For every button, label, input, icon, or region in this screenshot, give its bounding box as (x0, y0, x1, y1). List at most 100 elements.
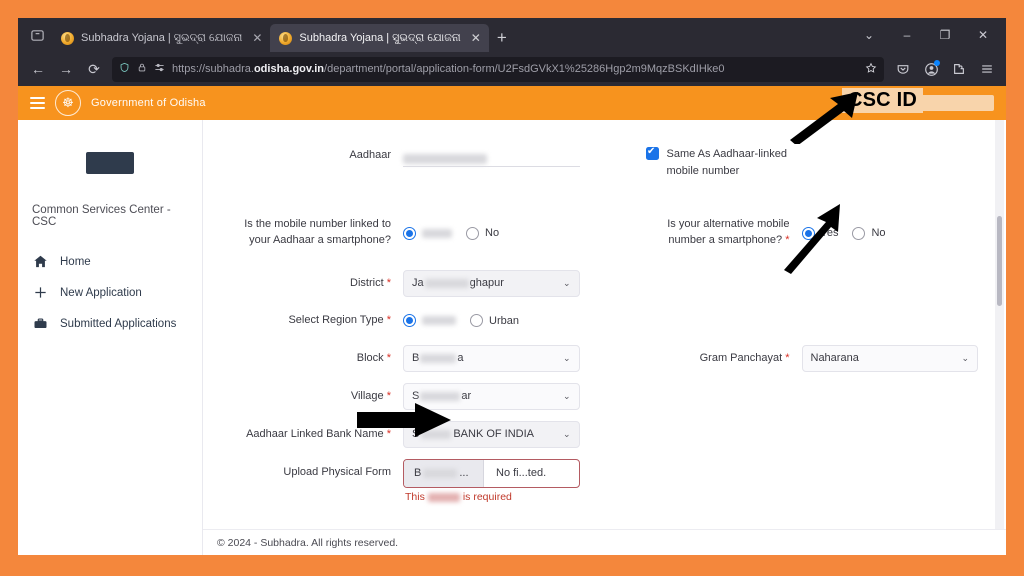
browse-button[interactable]: B... (404, 459, 484, 487)
chevron-down-icon[interactable]: ⌄ (563, 391, 571, 402)
new-tab-button[interactable]: + (489, 25, 515, 51)
bookmark-star-icon[interactable] (865, 62, 877, 77)
sidebar-item-home[interactable]: Home (18, 246, 202, 277)
district-value-prefix: Ja (412, 277, 424, 290)
sidebar-item-label: Submitted Applications (60, 317, 177, 330)
forward-button[interactable]: → (52, 55, 80, 83)
radio-mobile-smartphone-no[interactable]: No (466, 226, 499, 240)
village-value-suffix: ar (461, 390, 472, 403)
same-as-aadhaar-checkbox-row[interactable]: Same As Aadhaar-linked mobile number (645, 146, 979, 180)
radio-dot[interactable] (470, 314, 483, 328)
url-text[interactable]: https://subhadra.odisha.gov.in/departmen… (172, 63, 858, 75)
field-label-line2: number a smartphone? (668, 234, 783, 247)
field-mobile-smartphone: Is the mobile number linked to your Aadh… (213, 217, 580, 249)
radio-mobile-smartphone-yes[interactable] (403, 226, 452, 240)
field-region-type: Select Region Type * Urban (213, 308, 580, 334)
sidebar-item-submitted-applications[interactable]: Submitted Applications (18, 308, 202, 339)
url-domain: odisha.gov.in (253, 63, 325, 75)
radio-dot-selected[interactable] (403, 226, 416, 240)
form-row-district: District * Ja ghapur ⌄ (213, 269, 978, 308)
reload-button[interactable]: ⟳ (80, 55, 108, 83)
extensions-icon[interactable] (946, 56, 972, 82)
sidebar-item-label: New Application (60, 286, 142, 299)
field-label-text: Village (350, 389, 384, 402)
minimize-button[interactable]: – (888, 22, 926, 48)
field-upload-physical-form: Upload Physical Form B... No fi...ted. T… (213, 458, 580, 503)
form-row-upload: Upload Physical Form B... No fi...ted. T… (213, 458, 978, 514)
url-path: /department/portal/application-form/U2Fs… (324, 63, 725, 75)
field-block: Block * Ba ⌄ (213, 344, 580, 372)
aadhaar-input-wrapper[interactable] (403, 145, 580, 168)
checkbox-label-line2: mobile number (666, 165, 740, 178)
url-prefix: https://subhadra. (172, 63, 254, 75)
csc-logo-redacted (86, 152, 134, 174)
browse-label-redacted (423, 468, 458, 478)
gram-panchayat-select[interactable]: Naharana ⌄ (801, 344, 978, 372)
browser-tab-1[interactable]: Subhadra Yojana | ସୁଭଦ୍ରା ଯୋଜନା ✕ (52, 24, 270, 52)
block-select[interactable]: Ba ⌄ (403, 344, 580, 372)
address-bar[interactable]: https://subhadra.odisha.gov.in/departmen… (112, 56, 884, 82)
upload-error-message: This is required (403, 491, 580, 503)
radio-dot[interactable] (466, 226, 479, 240)
plus-icon (32, 285, 49, 300)
field-label-text: Block (356, 351, 384, 364)
page-scrollbar-thumb[interactable] (997, 216, 1002, 306)
same-as-aadhaar-checkbox[interactable] (645, 146, 659, 160)
tracking-protection-shield-icon[interactable] (119, 62, 130, 76)
district-value-redacted (424, 278, 469, 288)
list-all-tabs-icon[interactable] (22, 20, 52, 50)
required-asterisk: * (383, 276, 391, 289)
chevron-down-icon[interactable]: ⌄ (563, 353, 571, 364)
back-button[interactable]: ← (24, 55, 52, 83)
upload-physical-form-input[interactable]: B... No fi...ted. (403, 458, 580, 488)
maximize-button[interactable]: ❐ (926, 22, 964, 48)
district-select[interactable]: Ja ghapur ⌄ (403, 269, 580, 297)
lock-icon[interactable] (137, 62, 147, 76)
field-label: Is the mobile number linked to your Aadh… (213, 217, 391, 249)
sidebar: Common Services Center - CSC Home New Ap… (18, 120, 203, 555)
briefcase-icon (32, 316, 49, 331)
error-word-redacted (427, 492, 460, 502)
radio-label: Urban (489, 314, 519, 327)
block-value-suffix: a (457, 352, 464, 365)
page-footer: © 2024 - Subhadra. All rights reserved. (203, 529, 1006, 555)
radio-dot[interactable] (852, 226, 866, 240)
close-window-button[interactable]: ✕ (964, 22, 1002, 48)
sidebar-item-new-application[interactable]: New Application (18, 277, 202, 308)
gram-panchayat-value: Naharana (810, 352, 859, 365)
page-scrollbar[interactable] (995, 120, 1004, 555)
tab-list-chevron-down-icon[interactable]: ⌄ (850, 22, 888, 48)
radio-label: No (871, 227, 886, 240)
app-menu-icon[interactable] (974, 56, 1000, 82)
required-asterisk: * (383, 351, 391, 364)
radio-dot-selected[interactable] (403, 314, 416, 328)
chevron-down-icon[interactable]: ⌄ (961, 353, 969, 364)
chevron-down-icon[interactable]: ⌄ (563, 278, 571, 289)
tab-close-icon[interactable]: ✕ (252, 32, 262, 44)
radio-region-urban[interactable]: Urban (470, 314, 519, 328)
site-title: Government of Odisha (91, 97, 206, 109)
form-row-smartphone: Is the mobile number linked to your Aadh… (213, 217, 978, 260)
odisha-emblem-icon: ☸ (55, 90, 81, 116)
aadhaar-input[interactable] (403, 145, 580, 168)
field-label-text: District (350, 276, 384, 289)
account-icon[interactable] (918, 56, 944, 82)
tab-close-icon[interactable]: ✕ (471, 32, 481, 44)
chevron-down-icon[interactable]: ⌄ (563, 429, 571, 440)
required-asterisk: * (782, 351, 790, 364)
site-body: Common Services Center - CSC Home New Ap… (18, 120, 1006, 555)
same-as-aadhaar-wrapper: Same As Aadhaar-linked mobile number (645, 146, 979, 180)
site-permissions-icon[interactable] (154, 62, 165, 76)
browser-window: Subhadra Yojana | ସୁଭଦ୍ରା ଯୋଜନା ✕ Subhad… (18, 18, 1006, 555)
block-value-prefix: B (412, 352, 420, 365)
organization-name: Common Services Center - CSC (32, 204, 171, 228)
browser-tab-2-active[interactable]: Subhadra Yojana | ସୁଭଦ୍ରା ଯୋଜନା ✕ (270, 24, 489, 52)
application-form: Aadhaar ✔ Same As Aadhaar-linked mobile … (203, 120, 1006, 555)
tab-title: Subhadra Yojana | ସୁଭଦ୍ରା ଯୋଜନା (81, 31, 243, 44)
radio-region-rural[interactable] (403, 314, 456, 328)
mobile-smartphone-radios: No (403, 226, 580, 240)
required-asterisk: * (383, 389, 391, 402)
hamburger-menu-icon[interactable] (30, 97, 45, 109)
radio-alt-mobile-smartphone-no[interactable]: No (852, 226, 886, 240)
pocket-icon[interactable] (890, 56, 916, 82)
